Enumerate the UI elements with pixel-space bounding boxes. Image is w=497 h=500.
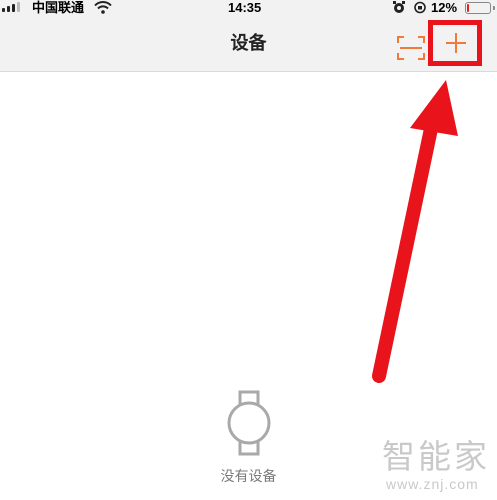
watch-icon	[227, 390, 271, 456]
wifi-icon	[94, 1, 112, 14]
status-bar: 中国联通 14:35 12%	[0, 0, 497, 16]
battery-icon	[465, 2, 495, 14]
signal-icon	[2, 2, 20, 12]
scan-icon[interactable]	[396, 35, 426, 61]
nav-bar: 设备	[0, 16, 497, 72]
status-time: 14:35	[228, 0, 262, 15]
battery-level	[467, 4, 469, 12]
watermark-logo: 智能家	[382, 437, 490, 476]
watermark-url: www.znj.com	[386, 476, 479, 492]
carrier-name: 中国联通	[32, 0, 85, 15]
alarm-icon	[393, 1, 405, 13]
add-device-button[interactable]	[428, 20, 482, 66]
rotation-lock-icon	[414, 1, 426, 14]
battery-percent: 12%	[431, 0, 458, 15]
